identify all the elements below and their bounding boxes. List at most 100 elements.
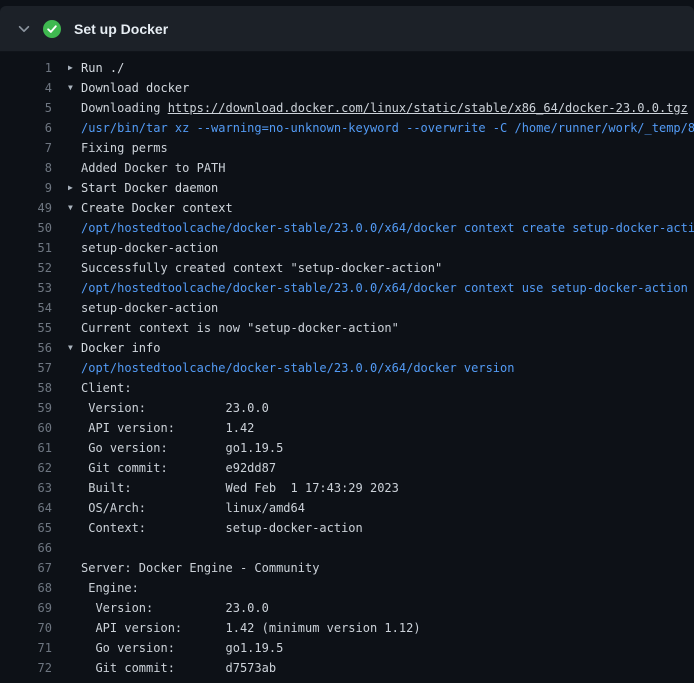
log-line[interactable]: 65 Context: setup-docker-action [0, 518, 694, 538]
arrow-slot [68, 558, 81, 578]
log-text: Version: 23.0.0 [81, 598, 269, 618]
log-text: Successfully created context "setup-dock… [81, 258, 442, 278]
arrow-slot [68, 318, 81, 338]
line-number[interactable]: 7 [16, 138, 52, 158]
arrow-slot [68, 398, 81, 418]
group-title-text: Start Docker daemon [81, 178, 218, 198]
log-text: OS/Arch: linux/amd64 [81, 498, 305, 518]
step-title: Set up Docker [74, 21, 168, 37]
log-line[interactable]: 60 API version: 1.42 [0, 418, 694, 438]
log-line[interactable]: 67 Server: Docker Engine - Community [0, 558, 694, 578]
line-number[interactable]: 65 [16, 518, 52, 538]
log-line[interactable]: 55 Current context is now "setup-docker-a… [0, 318, 694, 338]
log-line[interactable]: 49▼Create Docker context [0, 198, 694, 218]
log-text: /opt/hostedtoolcache/docker-stable/23.0.… [81, 278, 688, 298]
log-text: Go version: go1.19.5 [81, 638, 283, 658]
log-text: Server: Docker Engine - Community [81, 558, 319, 578]
line-number[interactable]: 8 [16, 158, 52, 178]
log-line[interactable]: 52 Successfully created context "setup-do… [0, 258, 694, 278]
line-number[interactable]: 55 [16, 318, 52, 338]
log-line[interactable]: 6/usr/bin/tar xz --warning=no-unknown-ke… [0, 118, 694, 138]
line-number[interactable]: 62 [16, 458, 52, 478]
line-number[interactable]: 59 [16, 398, 52, 418]
log-line[interactable]: 7Fixing perms [0, 138, 694, 158]
line-number[interactable]: 49 [16, 198, 52, 218]
log-line[interactable]: 53/opt/hostedtoolcache/docker-stable/23.… [0, 278, 694, 298]
log-line[interactable]: 5Downloading https://download.docker.com… [0, 98, 694, 118]
group-expanded-chevron-icon[interactable]: ▼ [68, 338, 81, 358]
log-line[interactable]: 4▼Download docker [0, 78, 694, 98]
log-line[interactable]: 50/opt/hostedtoolcache/docker-stable/23.… [0, 218, 694, 238]
log-line[interactable]: 54 setup-docker-action [0, 298, 694, 318]
line-number[interactable]: 57 [16, 358, 52, 378]
arrow-slot [68, 118, 81, 138]
line-number[interactable]: 52 [16, 258, 52, 278]
arrow-slot [68, 238, 81, 258]
arrow-slot [68, 298, 81, 318]
log-text: Git commit: d7573ab [81, 658, 276, 678]
log-line[interactable]: 59 Version: 23.0.0 [0, 398, 694, 418]
line-number[interactable]: 70 [16, 618, 52, 638]
line-number[interactable]: 1 [16, 58, 52, 78]
log-text: Current context is now "setup-docker-act… [81, 318, 399, 338]
log-text: /opt/hostedtoolcache/docker-stable/23.0.… [81, 218, 694, 238]
log-text: Git commit: e92dd87 [81, 458, 276, 478]
line-number[interactable]: 71 [16, 638, 52, 658]
log-text: /usr/bin/tar xz --warning=no-unknown-key… [81, 118, 694, 138]
line-number[interactable]: 53 [16, 278, 52, 298]
line-number[interactable]: 64 [16, 498, 52, 518]
step-header[interactable]: Set up Docker [0, 6, 694, 52]
log-line[interactable]: 70 API version: 1.42 (minimum version 1.… [0, 618, 694, 638]
log-line[interactable]: 68 Engine: [0, 578, 694, 598]
log-line[interactable]: 62 Git commit: e92dd87 [0, 458, 694, 478]
line-number[interactable]: 63 [16, 478, 52, 498]
arrow-slot [68, 478, 81, 498]
log-line[interactable]: 58Client: [0, 378, 694, 398]
line-number[interactable]: 51 [16, 238, 52, 258]
arrow-slot [68, 218, 81, 238]
line-number[interactable]: 6 [16, 118, 52, 138]
line-number[interactable]: 9 [16, 178, 52, 198]
line-number[interactable]: 69 [16, 598, 52, 618]
group-expanded-chevron-icon[interactable]: ▼ [68, 198, 81, 218]
line-number[interactable]: 60 [16, 418, 52, 438]
group-collapsed-chevron-icon[interactable]: ▶ [68, 58, 81, 78]
log-text: setup-docker-action [81, 298, 218, 318]
log-line[interactable]: 72 Git commit: d7573ab [0, 658, 694, 678]
log-line[interactable]: 8Added Docker to PATH [0, 158, 694, 178]
log-line[interactable]: 51 setup-docker-action [0, 238, 694, 258]
arrow-slot [68, 358, 81, 378]
log-line[interactable]: 64 OS/Arch: linux/amd64 [0, 498, 694, 518]
log-line[interactable]: 63 Built: Wed Feb 1 17:43:29 2023 [0, 478, 694, 498]
log-line[interactable]: 56▼Docker info [0, 338, 694, 358]
log-text: Context: setup-docker-action [81, 518, 363, 538]
log-line[interactable]: 9 ▶Start Docker daemon [0, 178, 694, 198]
line-number[interactable]: 68 [16, 578, 52, 598]
line-number[interactable]: 67 [16, 558, 52, 578]
log-line[interactable]: 69 Version: 23.0.0 [0, 598, 694, 618]
line-number[interactable]: 61 [16, 438, 52, 458]
arrow-slot [68, 138, 81, 158]
log-line[interactable]: 57/opt/hostedtoolcache/docker-stable/23.… [0, 358, 694, 378]
line-number[interactable]: 72 [16, 658, 52, 678]
arrow-slot [68, 438, 81, 458]
line-number[interactable]: 56 [16, 338, 52, 358]
line-number[interactable]: 4 [16, 78, 52, 98]
chevron-down-icon[interactable] [16, 21, 32, 37]
log-text: setup-docker-action [81, 238, 218, 258]
success-check-circle-icon [43, 20, 61, 38]
line-number[interactable]: 58 [16, 378, 52, 398]
line-number[interactable]: 66 [16, 538, 52, 558]
log-line[interactable]: 66 [0, 538, 694, 558]
log-line[interactable]: 1▶Run ./ [0, 58, 694, 78]
group-collapsed-chevron-icon[interactable]: ▶ [68, 178, 81, 198]
log-text: Engine: [81, 578, 139, 598]
line-number[interactable]: 54 [16, 298, 52, 318]
log-line[interactable]: 71 Go version: go1.19.5 [0, 638, 694, 658]
line-number[interactable]: 5 [16, 98, 52, 118]
line-number[interactable]: 50 [16, 218, 52, 238]
log-line[interactable]: 61 Go version: go1.19.5 [0, 438, 694, 458]
download-url-link[interactable]: https://download.docker.com/linux/static… [168, 101, 688, 115]
arrow-slot [68, 518, 81, 538]
group-expanded-chevron-icon[interactable]: ▼ [68, 78, 81, 98]
